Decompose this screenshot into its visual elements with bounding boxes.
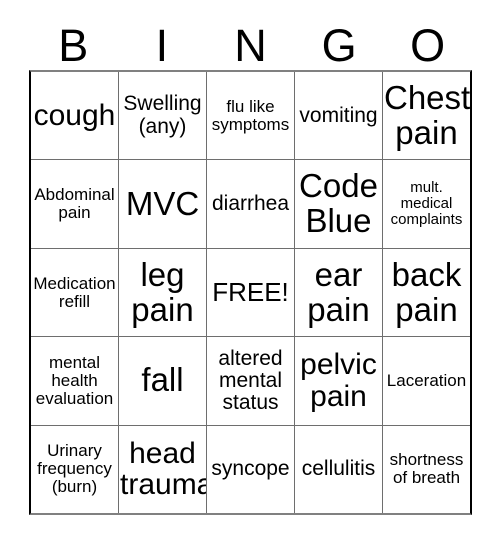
bingo-row-4: mental health evaluation fall altered me…: [31, 336, 470, 425]
header-letter-n: N: [234, 20, 267, 71]
bingo-cell-label: MVC: [125, 184, 200, 222]
bingo-cell-label: cellulitis: [301, 457, 376, 481]
bingo-cell-o1[interactable]: Chest pain: [382, 72, 470, 160]
bingo-cell-label: Laceration: [386, 370, 467, 390]
bingo-card: B I N G O cough Swelling (any) flu like …: [0, 0, 500, 544]
bingo-cell-label: mult. medical complaints: [390, 179, 463, 229]
bingo-cell-i2[interactable]: MVC: [118, 160, 206, 248]
bingo-cell-label: Medication refill: [33, 273, 116, 311]
bingo-header-row: B I N G O: [29, 16, 472, 70]
bingo-cell-label: Urinary frequency (burn): [37, 441, 112, 497]
bingo-cell-label: Abdominal pain: [34, 185, 115, 223]
bingo-cell-i1[interactable]: Swelling (any): [118, 72, 206, 160]
bingo-cell-b3[interactable]: Medication refill: [31, 248, 118, 337]
bingo-cell-label: diarrhea: [211, 191, 290, 215]
bingo-cell-o2[interactable]: mult. medical complaints: [382, 160, 470, 248]
bingo-cell-n5[interactable]: syncope: [206, 425, 294, 514]
bingo-cell-label: cough: [33, 98, 116, 132]
bingo-cell-label: Code Blue: [299, 167, 378, 240]
bingo-row-2: Abdominal pain MVC diarrhea Code Blue mu…: [31, 159, 470, 248]
bingo-row-5: Urinary frequency (burn) head trauma syn…: [31, 424, 470, 514]
bingo-cell-g1[interactable]: vomiting: [294, 72, 382, 160]
bingo-cell-label: Chest pain: [384, 78, 470, 151]
bingo-cell-o4[interactable]: Laceration: [382, 337, 470, 425]
bingo-grid: cough Swelling (any) flu like symptoms v…: [29, 70, 472, 515]
bingo-cell-o3[interactable]: back pain: [382, 248, 470, 337]
bingo-cell-label: FREE!: [212, 276, 289, 307]
bingo-cell-label: ear pain: [307, 255, 370, 328]
bingo-cell-label: back pain: [391, 255, 462, 328]
bingo-cell-g5[interactable]: cellulitis: [294, 425, 382, 514]
bingo-cell-label: shortness of breath: [389, 450, 464, 488]
bingo-cell-b4[interactable]: mental health evaluation: [31, 337, 118, 425]
bingo-cell-o5[interactable]: shortness of breath: [382, 425, 470, 514]
bingo-cell-n4[interactable]: altered mental status: [206, 337, 294, 425]
header-letter-b: B: [58, 20, 89, 71]
bingo-cell-i3[interactable]: leg pain: [118, 248, 206, 337]
bingo-cell-g4[interactable]: pelvic pain: [294, 337, 382, 425]
bingo-cell-i4[interactable]: fall: [118, 337, 206, 425]
header-letter-i: I: [155, 20, 169, 71]
bingo-cell-g3[interactable]: ear pain: [294, 248, 382, 337]
bingo-cell-label: Swelling (any): [123, 92, 202, 138]
bingo-cell-label: leg pain: [131, 255, 194, 328]
bingo-cell-n1[interactable]: flu like symptoms: [206, 72, 294, 160]
bingo-cell-label: fall: [141, 361, 184, 399]
bingo-cell-label: pelvic pain: [300, 348, 377, 413]
bingo-cell-b5[interactable]: Urinary frequency (burn): [31, 425, 118, 514]
bingo-cell-free-space[interactable]: FREE!: [206, 248, 294, 337]
bingo-cell-label: head trauma: [120, 436, 206, 502]
bingo-cell-b2[interactable]: Abdominal pain: [31, 160, 118, 248]
bingo-cell-label: flu like symptoms: [211, 96, 290, 134]
bingo-cell-label: altered mental status: [218, 346, 283, 415]
bingo-row-3: Medication refill leg pain FREE! ear pai…: [31, 247, 470, 337]
bingo-cell-label: syncope: [211, 457, 290, 481]
bingo-row-1: cough Swelling (any) flu like symptoms v…: [31, 72, 470, 160]
bingo-cell-label: vomiting: [299, 103, 378, 127]
header-letter-o: O: [410, 20, 446, 71]
header-letter-g: G: [321, 20, 357, 71]
bingo-cell-label: mental health evaluation: [35, 352, 114, 408]
bingo-cell-n2[interactable]: diarrhea: [206, 160, 294, 248]
bingo-cell-i5[interactable]: head trauma: [118, 425, 206, 514]
bingo-cell-b1[interactable]: cough: [31, 72, 118, 160]
bingo-cell-g2[interactable]: Code Blue: [294, 160, 382, 248]
